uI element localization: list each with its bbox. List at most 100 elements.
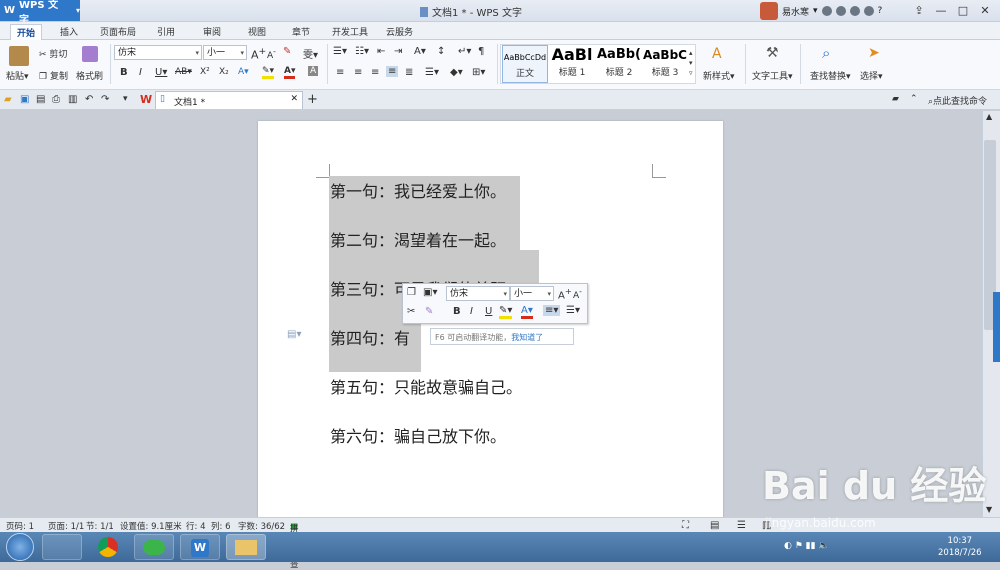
text-effect-icon[interactable]: A▾ bbox=[238, 67, 249, 77]
brush-icon[interactable] bbox=[82, 46, 98, 62]
mini-bold-button[interactable]: B bbox=[453, 306, 461, 317]
highlight-icon[interactable]: ✎▾ bbox=[262, 66, 275, 79]
italic-button[interactable]: I bbox=[139, 67, 142, 78]
tab-review[interactable]: 审阅 bbox=[203, 25, 221, 38]
border-icon[interactable]: ⊞▾ bbox=[472, 67, 485, 78]
mini-italic-button[interactable]: I bbox=[470, 306, 473, 317]
strikethrough-button[interactable]: AB▾ bbox=[175, 67, 192, 77]
mini-shrink-font-button[interactable]: A- bbox=[573, 287, 582, 301]
bullet-list-icon[interactable]: ☰▾ bbox=[333, 46, 347, 57]
number-list-icon[interactable]: ☷▾ bbox=[355, 46, 369, 57]
mini-align-icon[interactable]: ≡▾ bbox=[543, 305, 561, 316]
feedback-icon[interactable] bbox=[849, 6, 860, 16]
underline-button[interactable]: U▾ bbox=[155, 67, 167, 78]
subscript-button[interactable]: X₂ bbox=[219, 67, 229, 77]
redo-icon[interactable]: ↷ bbox=[101, 94, 109, 105]
paste-icon[interactable]: ▣▾ bbox=[423, 287, 437, 298]
maximize-button[interactable]: □ bbox=[954, 3, 972, 19]
bold-button[interactable]: B bbox=[120, 67, 128, 78]
format-painter-button[interactable]: 格式刷 bbox=[76, 69, 103, 82]
skin-icon[interactable] bbox=[821, 6, 832, 16]
superscript-button[interactable]: X² bbox=[200, 67, 210, 77]
user-name[interactable]: 易水寒 bbox=[782, 5, 809, 18]
distributed-align-icon[interactable]: ≣ bbox=[405, 67, 413, 78]
tray-icons[interactable]: ◐ ⚑ ▮▮ 🔈 bbox=[784, 541, 830, 551]
grow-font-button[interactable]: A+ bbox=[251, 46, 266, 62]
new-style-icon[interactable]: A bbox=[712, 46, 722, 62]
pinyin-icon[interactable]: 雯▾ bbox=[303, 46, 318, 61]
font-size-select[interactable]: 小一 ▾ bbox=[203, 45, 247, 60]
style-heading-1[interactable]: AaBl 标题 1 bbox=[550, 45, 594, 83]
chrome-icon[interactable] bbox=[88, 534, 128, 560]
tab-reference[interactable]: 引用 bbox=[157, 25, 175, 38]
font-color-icon[interactable]: A▾ bbox=[284, 66, 296, 79]
tab-page-layout[interactable]: 页面布局 bbox=[100, 25, 136, 38]
mini-format-painter-icon[interactable]: ✎ bbox=[425, 306, 433, 317]
mini-grow-font-button[interactable]: A+ bbox=[558, 286, 572, 301]
customize-dropdown-icon[interactable]: ▾ bbox=[123, 94, 128, 104]
find-replace-button[interactable]: 查找替换▾ bbox=[810, 69, 851, 82]
text-tools-button[interactable]: 文字工具▾ bbox=[752, 69, 793, 82]
style-heading-2[interactable]: AaBb( 标题 2 bbox=[597, 45, 641, 83]
new-tab-icon[interactable]: + bbox=[307, 92, 318, 107]
clear-format-icon[interactable]: ✎ bbox=[283, 46, 291, 57]
user-area[interactable]: 易水寒 ▾ ? bbox=[760, 2, 882, 20]
output-pdf-icon[interactable]: ▤ bbox=[36, 94, 45, 105]
chevron-down-icon[interactable]: ▾ bbox=[813, 6, 818, 16]
scroll-up-icon[interactable]: ▲ bbox=[986, 112, 992, 121]
got-it-link[interactable]: 我知道了 bbox=[511, 333, 543, 342]
settings-icon[interactable] bbox=[835, 6, 846, 16]
wechat-icon[interactable] bbox=[134, 534, 174, 560]
mini-cut-icon[interactable]: ✂ bbox=[407, 306, 415, 317]
shading-icon[interactable]: ◆▾ bbox=[450, 67, 463, 78]
align-center-icon[interactable]: ≡ bbox=[354, 67, 362, 78]
tab-start[interactable]: 开始 bbox=[10, 24, 43, 40]
paragraph-mark-icon[interactable]: ¶ bbox=[478, 46, 484, 57]
copy-icon[interactable]: ❐ bbox=[407, 287, 416, 298]
tab-developer[interactable]: 开发工具 bbox=[332, 25, 368, 38]
tab-insert[interactable]: 插入 bbox=[60, 25, 78, 38]
fullscreen-icon[interactable]: ⛶ bbox=[682, 520, 689, 531]
select-cursor-icon[interactable]: ➤ bbox=[868, 45, 880, 61]
status-chars[interactable]: 字数: 36/62 bbox=[238, 520, 285, 532]
save-icon[interactable]: ▣ bbox=[20, 94, 29, 105]
style-normal[interactable]: AaBbCcDd 正文 bbox=[502, 45, 548, 83]
paste-button[interactable]: 粘贴▾ bbox=[6, 69, 29, 82]
text-line-4[interactable]: 第四句：有 bbox=[330, 325, 410, 349]
avatar[interactable] bbox=[760, 2, 778, 20]
text-line-1[interactable]: 第一句：我已经爱上你。 bbox=[330, 178, 506, 202]
paragraph-handle-icon[interactable]: ▤▾ bbox=[287, 329, 301, 340]
text-tools-icon[interactable]: ⚒ bbox=[766, 45, 779, 61]
mini-size-select[interactable]: 小一 ▾ bbox=[510, 286, 554, 301]
tab-view[interactable]: 视图 bbox=[248, 25, 266, 38]
print-preview-icon[interactable]: ▥ bbox=[68, 94, 77, 105]
scroll-down-icon[interactable]: ▼ bbox=[986, 505, 992, 514]
close-button[interactable]: ✕ bbox=[976, 3, 994, 19]
document-tab[interactable]: 文档1 * ✕ bbox=[155, 91, 303, 109]
collapse-ribbon-icon[interactable]: ⌃ bbox=[910, 94, 918, 104]
find-replace-icon[interactable]: ⌕ bbox=[822, 44, 830, 62]
align-justify-icon[interactable]: ≡ bbox=[386, 66, 399, 77]
text-line-2[interactable]: 第二句：渴望着在一起。 bbox=[330, 227, 506, 251]
copy-button[interactable]: ❐ 复制 bbox=[39, 69, 68, 82]
share-icon[interactable] bbox=[863, 6, 874, 16]
line-spacing-icon[interactable]: ☰▾ bbox=[425, 67, 439, 78]
side-panel-tab[interactable] bbox=[993, 292, 1000, 362]
taskbar-app-icon[interactable] bbox=[42, 534, 82, 560]
bubble-icon[interactable]: ▰ bbox=[892, 94, 899, 104]
font-name-select[interactable]: 仿宋 ▾ bbox=[114, 45, 202, 60]
mini-font-select[interactable]: 仿宋 ▾ bbox=[446, 286, 510, 301]
new-style-button[interactable]: 新样式▾ bbox=[703, 69, 735, 82]
close-tab-icon[interactable]: ✕ bbox=[290, 94, 298, 104]
restore-icon[interactable]: ⇪ bbox=[910, 3, 928, 19]
show-marks-icon[interactable]: ↵▾ bbox=[458, 46, 471, 57]
tab-cloud[interactable]: 云服务 bbox=[386, 25, 413, 38]
mini-line-spacing-icon[interactable]: ☰▾ bbox=[566, 305, 580, 316]
help-icon[interactable]: ? bbox=[878, 6, 883, 16]
clock[interactable]: 10:37 2018/7/26 bbox=[938, 535, 982, 559]
wps-home-icon[interactable]: W bbox=[140, 93, 152, 106]
outline-view-icon[interactable]: ☰ bbox=[737, 520, 746, 531]
undo-icon[interactable]: ↶ bbox=[85, 94, 93, 105]
search-command-field[interactable]: ⌕点此查找命令 bbox=[928, 94, 987, 107]
wps-taskbar-icon[interactable]: W bbox=[180, 534, 220, 560]
